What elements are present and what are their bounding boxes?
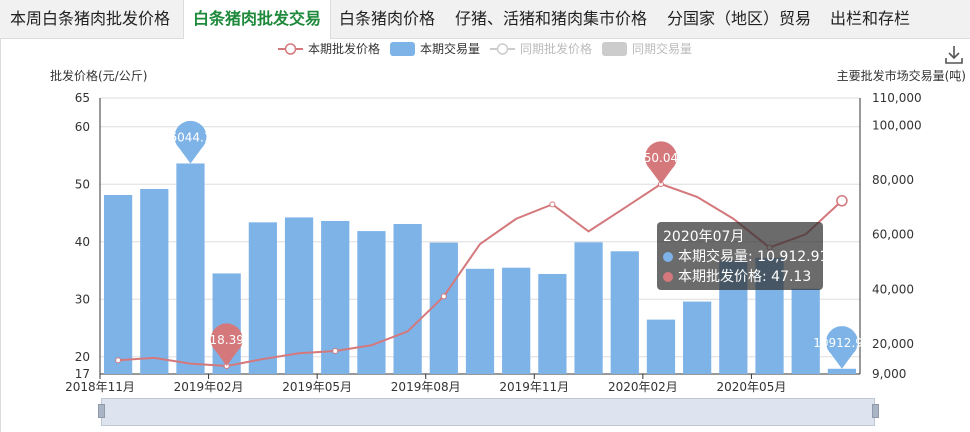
volume-bar — [248, 222, 277, 374]
legend-current-volume-label: 本期交易量 — [420, 41, 480, 56]
volume-bar — [610, 251, 639, 374]
volume-bar — [683, 301, 712, 374]
x-tick-label: 2019年02月 — [174, 380, 244, 394]
x-tick-label: 2019年05月 — [282, 380, 352, 394]
volume-bar — [827, 368, 857, 374]
right-tick-label: 40,000 — [872, 282, 914, 296]
volume-bar — [357, 231, 386, 374]
price-point — [549, 201, 556, 208]
tab-wholesale-trade[interactable]: 白条猪肉批发交易 — [183, 0, 331, 39]
right-axis-title: 主要批发市场交易量(吨) — [837, 68, 966, 83]
tab-market-price[interactable]: 仔猪、活猪和猪肉集市价格 — [455, 0, 647, 38]
legend-current-price-label: 本期批发价格 — [308, 41, 380, 56]
marker-label: 18.39 — [209, 333, 243, 347]
left-tick-label: 50 — [75, 177, 90, 191]
right-tick-label: 20,000 — [872, 337, 914, 351]
right-tick-label: 100,000 — [872, 118, 922, 132]
chart-tooltip: 2020年07月 本期交易量: 10,912.91 本期批发价格: 47.13 — [657, 222, 828, 290]
left-tick-label: 40 — [75, 235, 90, 249]
price-point — [440, 293, 447, 300]
volume-bar — [284, 217, 314, 374]
right-tick-label: 60,000 — [872, 228, 914, 242]
volume-bar — [140, 188, 169, 374]
volume-bar — [502, 267, 531, 374]
tooltip-volume-row: 本期交易量: 10,912.91 — [663, 247, 828, 267]
volume-bar — [176, 163, 205, 374]
right-tick-label: 9,000 — [872, 367, 906, 381]
volume-bar — [465, 268, 495, 374]
left-axis-title: 批发价格(元/公斤) — [50, 68, 147, 83]
legend-last-year-price-marker — [496, 43, 509, 55]
tab-weekly-price[interactable]: 本周白条猪肉批发价格 — [10, 0, 170, 38]
tab-stock[interactable]: 出栏和存栏 — [830, 0, 910, 38]
tab-pork-price[interactable]: 白条猪肉价格 — [339, 0, 435, 38]
price-dot-icon — [663, 272, 673, 282]
price-point — [115, 357, 122, 364]
marker-label: 10912.91 — [813, 336, 870, 350]
marker-label: 50.04 — [644, 151, 678, 165]
slider-handle-left[interactable] — [98, 404, 105, 418]
left-tick-label: 17 — [75, 367, 90, 381]
x-tick-label: 2020年05月 — [717, 380, 787, 394]
tooltip-price: 本期批发价格: 47.13 — [678, 269, 812, 285]
tab-country-trade[interactable]: 分国家（地区）贸易 — [667, 0, 811, 38]
volume-bar — [393, 223, 422, 374]
slider-handle-right[interactable] — [872, 404, 879, 418]
volume-bar — [429, 242, 458, 374]
left-tick-label: 30 — [75, 292, 90, 306]
legend-last-year-price-label: 同期批发价格 — [520, 41, 592, 56]
x-tick-label: 2020年02月 — [608, 380, 678, 394]
price-point — [836, 195, 848, 207]
x-tick-label: 2018年11月 — [65, 380, 135, 394]
volume-bar — [538, 273, 567, 374]
legend-last-year-volume-label: 同期交易量 — [632, 41, 692, 56]
tooltip-title: 2020年07月 — [663, 229, 745, 245]
legend-current-volume-icon — [390, 42, 415, 56]
chart: 17 20 30 40 50 60 65 9,000 20,000 40,000 60,000 80,… — [50, 41, 966, 394]
tab-bar: 本周白条猪肉批发价格 白条猪肉批发交易 白条猪肉价格 仔猪、活猪和猪肉集市价格 … — [0, 0, 970, 39]
volume-bar — [646, 319, 676, 374]
left-tick-label: 20 — [75, 350, 90, 364]
right-tick-label: 80,000 — [872, 173, 914, 187]
datazoom-slider[interactable] — [101, 398, 875, 426]
tooltip-price-row: 本期批发价格: 47.13 — [663, 267, 817, 287]
left-tick-label: 65 — [75, 91, 90, 105]
legend-last-year-volume-icon — [602, 42, 627, 56]
marker-label: 86044.18 — [162, 130, 219, 144]
volume-bar — [791, 288, 820, 374]
volume-dot-icon — [663, 252, 673, 262]
legend-current-price-marker — [284, 43, 297, 55]
right-tick-label: 110,000 — [872, 91, 922, 105]
price-point — [332, 348, 339, 354]
x-tick-label: 2019年08月 — [391, 380, 461, 394]
x-tick-label: 2019年11月 — [499, 380, 569, 394]
left-tick-label: 60 — [75, 120, 90, 134]
tooltip-volume: 本期交易量: 10,912.91 — [678, 249, 829, 265]
volume-bar — [103, 195, 133, 374]
volume-bar — [574, 242, 603, 374]
